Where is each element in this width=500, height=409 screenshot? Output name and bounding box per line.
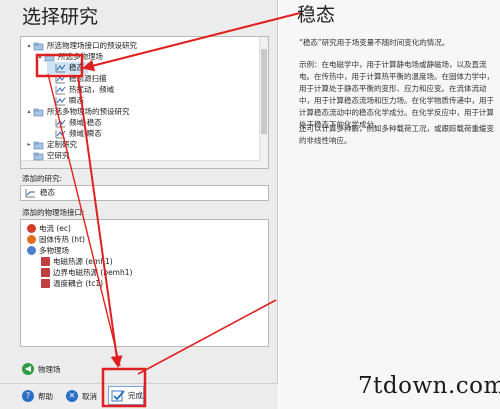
coupling-icon (41, 257, 50, 266)
study-step-icon (55, 64, 66, 73)
coupling-icon (41, 279, 50, 288)
physics-interface-item[interactable]: 多物理场 (27, 245, 69, 256)
physics-interface-label: 温度耦合 (tc1) (53, 279, 104, 288)
study-folder-icon (33, 108, 44, 117)
steady-study-icon (25, 189, 35, 198)
study-folder-icon (33, 42, 44, 51)
study-step-icon (55, 119, 66, 128)
physics-interface-label: 边界电磁热源 (bemh1) (53, 268, 133, 277)
physics-interface-label: 电流 (ec) (39, 224, 71, 233)
collapse-arrow-icon[interactable]: ▴ (36, 51, 44, 63)
help-button[interactable]: ? 帮助 (22, 388, 53, 404)
page-title: 选择研究 (22, 6, 99, 28)
added-physics-label: 添加的物理场接口: (22, 208, 85, 217)
watermark-text: 7tdown.com (358, 373, 500, 399)
added-study-box[interactable]: 稳态 (20, 185, 269, 201)
study-tree[interactable]: ▴ 所选物理场接口的预设研究 ▴ 所选多物理场 稳态 稳态源扫描 热扰动，频域 瞬态 ▴ 所选多物… (20, 36, 269, 169)
physics-interface-item[interactable]: 电流 (ec) (27, 223, 71, 234)
description-title: 稳态 (297, 4, 336, 26)
done-button[interactable]: 完成 (108, 386, 144, 405)
study-tree-item-label: 空研究 (47, 151, 70, 160)
back-physics-label: 物理场 (38, 364, 61, 374)
description-examples: 示例：在电磁学中，用于计算静电场或静磁场，以及直流电。在传热中，用于计算热平衡的… (299, 60, 494, 129)
description-extra: 还可以计算多种解，例如多种载荷工况，或跟踪载荷重缓变的非线性响应。 (299, 124, 494, 145)
study-step-icon (55, 75, 66, 84)
physics-interface-item[interactable]: 边界电磁热源 (bemh1) (41, 267, 132, 278)
study-folder-icon (44, 53, 55, 62)
study-tree-item[interactable]: 空研究 (25, 150, 70, 162)
study-description-panel: 稳态 “稳态”研究用于场变量不随时间变化的情况。 示例：在电磁学中，用于计算静电… (279, 0, 500, 409)
study-wizard-left-panel: 选择研究 ▴ 所选物理场接口的预设研究 ▴ 所选多物理场 稳态 稳态源扫描 热扰动，频域 瞬态… (0, 0, 278, 409)
arrow-left-icon: ◀ (22, 363, 34, 375)
collapse-arrow-icon[interactable]: ▴ (25, 40, 33, 52)
coupling-icon (41, 268, 50, 277)
cancel-button[interactable]: ✕ 取消 (66, 388, 97, 404)
tree-vertical-scrollbar[interactable] (259, 37, 268, 168)
physics-interface-label: 电磁热源 (emh1) (53, 257, 113, 266)
collapse-arrow-icon[interactable]: ▴ (25, 106, 33, 118)
physics-interface-label: 固体传热 (ht) (39, 235, 85, 244)
study-folder-icon (33, 152, 44, 161)
added-study-value: 稳态 (40, 188, 55, 197)
description-summary: “稳态”研究用于场变量不随时间变化的情况。 (299, 38, 450, 47)
physics-interface-item[interactable]: 电磁热源 (emh1) (41, 256, 113, 267)
done-label: 完成 (128, 391, 143, 400)
physics-interface-icon (27, 246, 36, 255)
physics-interface-icon (27, 224, 36, 233)
added-study-label: 添加的研究: (22, 174, 63, 183)
physics-interface-icon (27, 235, 36, 244)
study-step-icon (55, 97, 66, 106)
help-icon: ? (22, 390, 34, 402)
help-label: 帮助 (38, 391, 53, 401)
physics-interface-item[interactable]: 固体传热 (ht) (27, 234, 85, 245)
cancel-x-icon: ✕ (66, 390, 78, 402)
physics-interface-item[interactable]: 温度耦合 (tc1) (41, 278, 103, 289)
study-step-icon (55, 130, 66, 139)
study-step-icon (55, 86, 66, 95)
back-physics-button[interactable]: ◀ 物理场 (22, 362, 61, 376)
study-folder-icon (33, 141, 44, 150)
physics-interface-list: 电流 (ec) 固体传热 (ht) 多物理场电磁热源 (emh1) 边界电磁热源 (b… (20, 219, 269, 347)
cancel-label: 取消 (82, 391, 97, 401)
checkmark-icon (111, 389, 125, 401)
physics-interface-label: 多物理场 (39, 246, 69, 255)
tree-scroll-thumb[interactable] (261, 49, 267, 134)
